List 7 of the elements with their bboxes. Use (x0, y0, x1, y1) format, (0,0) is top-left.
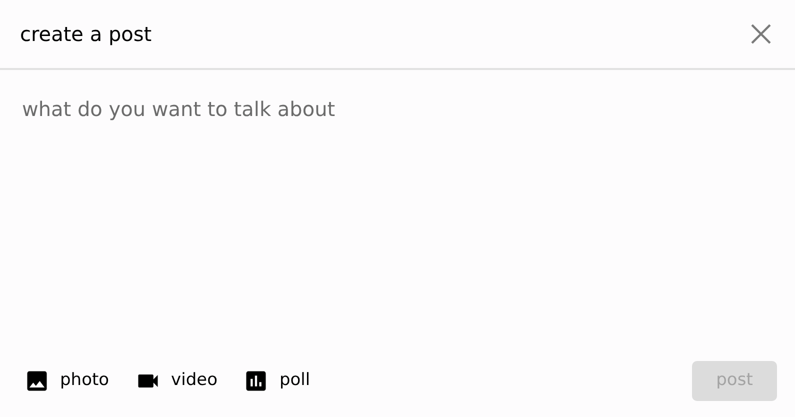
post-text-field[interactable]: what do you want to talk about (0, 70, 795, 345)
attach-button[interactable]: video (135, 368, 218, 394)
dialog-title: create a post (20, 21, 152, 48)
close-icon (750, 23, 772, 45)
attach-button[interactable]: photo (24, 368, 110, 394)
close-button[interactable] (749, 22, 773, 46)
attach-button[interactable]: poll (243, 368, 310, 394)
